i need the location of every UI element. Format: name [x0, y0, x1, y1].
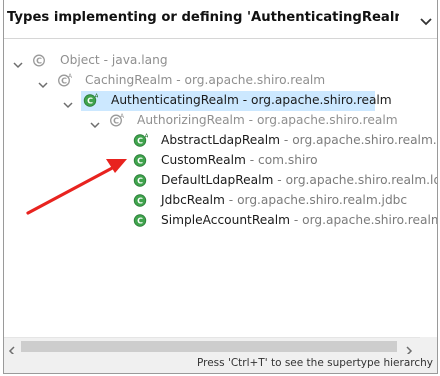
red-annotation-arrow-icon — [26, 159, 127, 215]
